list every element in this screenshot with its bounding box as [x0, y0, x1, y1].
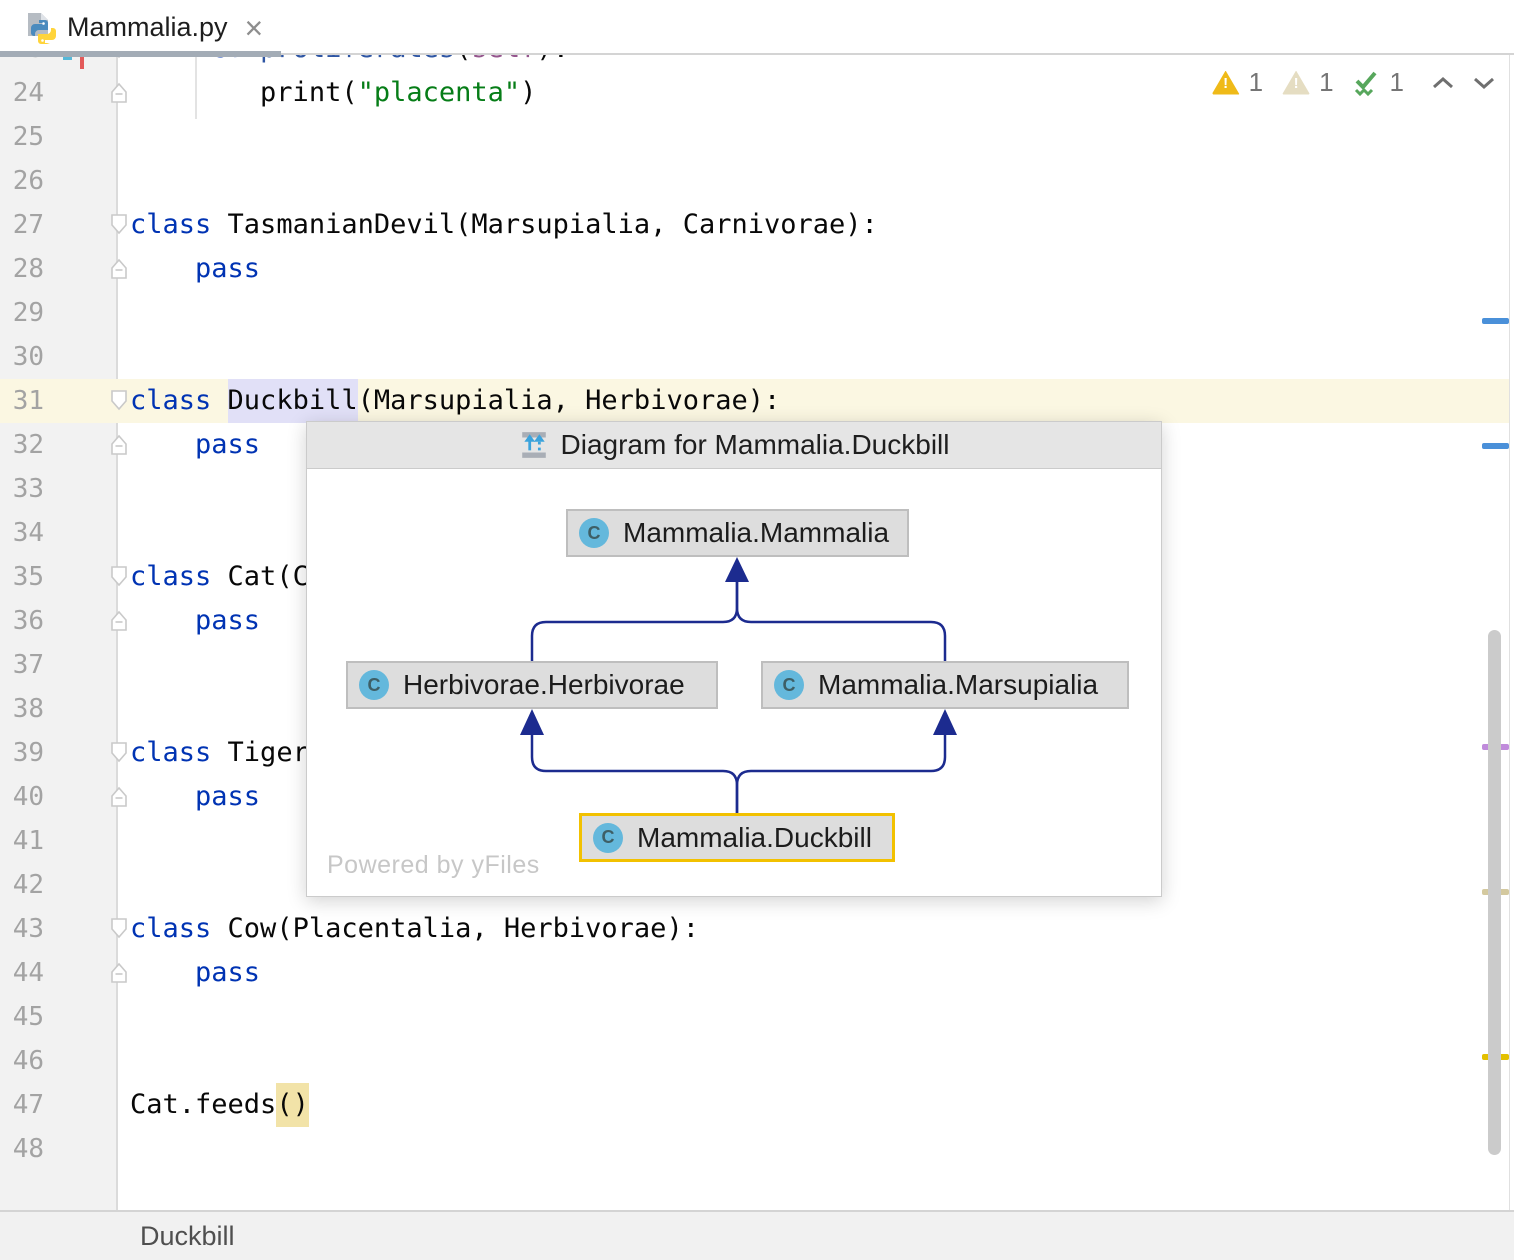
- editor-tab-bar: Mammalia.py ×: [0, 0, 1514, 55]
- stripe-mark-blue[interactable]: [1482, 443, 1509, 449]
- node-label: Mammalia.Marsupialia: [818, 669, 1098, 701]
- inspections-widget: 1 1 1: [1212, 67, 1496, 98]
- pycharm-window: Mammalia.py × 23242526272829303132333435…: [0, 0, 1514, 1260]
- node-label: Mammalia.Mammalia: [623, 517, 889, 549]
- diagram-node-mammalia-duckbill[interactable]: C Mammalia.Duckbill: [579, 813, 895, 862]
- ok-count: 1: [1390, 67, 1404, 98]
- editor-right-border: [1509, 55, 1510, 1210]
- code-line: pass: [0, 247, 1514, 291]
- previous-problem-chevron-up-icon[interactable]: [1431, 76, 1455, 90]
- code-line: [0, 1127, 1514, 1171]
- weak-warning-icon[interactable]: [1282, 71, 1310, 95]
- code-line: [0, 335, 1514, 379]
- class-icon: C: [774, 670, 804, 700]
- diagram-popup-header[interactable]: Diagram for Mammalia.Duckbill: [307, 422, 1161, 469]
- code-line: class Cow(Placentalia, Herbivorae):: [0, 907, 1514, 951]
- code-line: [0, 115, 1514, 159]
- node-label: Mammalia.Duckbill: [637, 822, 872, 854]
- diagram-node-mammalia-marsupialia[interactable]: C Mammalia.Marsupialia: [761, 661, 1129, 709]
- diagram-icon: [519, 430, 549, 460]
- status-bar: Duckbill: [0, 1210, 1514, 1260]
- code-line: [0, 995, 1514, 1039]
- tab-label: Mammalia.py: [67, 12, 228, 43]
- gutter-mark-red: [80, 55, 84, 69]
- code-line: [0, 291, 1514, 335]
- class-icon: C: [359, 670, 389, 700]
- code-line: [0, 1039, 1514, 1083]
- warning-count: 1: [1249, 67, 1263, 98]
- code-line: pass: [0, 951, 1514, 995]
- code-line: [0, 159, 1514, 203]
- weak-warning-count: 1: [1319, 67, 1333, 98]
- close-tab-icon[interactable]: ×: [245, 14, 264, 42]
- diagram-popup: Diagram for Mammalia.Duckbill C Mammalia.…: [306, 421, 1162, 897]
- stripe-mark-blue[interactable]: [1482, 318, 1509, 324]
- active-tab-underline: [0, 51, 281, 57]
- popup-title: Diagram for Mammalia.Duckbill: [561, 429, 950, 461]
- vertical-scrollbar[interactable]: [1488, 630, 1501, 1155]
- diagram-canvas[interactable]: C Mammalia.Mammalia C Herbivorae.Herbivorae…: [307, 469, 1161, 896]
- node-label: Herbivorae.Herbivorae: [403, 669, 685, 701]
- class-icon: C: [593, 823, 623, 853]
- code-line: Cat.feeds(): [0, 1083, 1514, 1127]
- next-problem-chevron-down-icon[interactable]: [1472, 76, 1496, 90]
- diagram-node-herbivorae-herbivorae[interactable]: C Herbivorae.Herbivorae: [346, 661, 718, 709]
- warning-icon[interactable]: [1212, 71, 1240, 95]
- inspections-ok-icon[interactable]: [1353, 69, 1381, 97]
- code-line: class Duckbill(Marsupialia, Herbivorae):: [0, 379, 1514, 423]
- python-file-icon: [22, 11, 56, 45]
- tab-mammalia-py[interactable]: Mammalia.py ×: [0, 0, 281, 55]
- diagram-node-mammalia-mammalia[interactable]: C Mammalia.Mammalia: [566, 509, 909, 557]
- code-line: class TasmanianDevil(Marsupialia, Carniv…: [0, 203, 1514, 247]
- class-icon: C: [579, 518, 609, 548]
- yfiles-watermark: Powered by yFiles: [327, 851, 540, 880]
- status-bar-text: Duckbill: [140, 1221, 235, 1252]
